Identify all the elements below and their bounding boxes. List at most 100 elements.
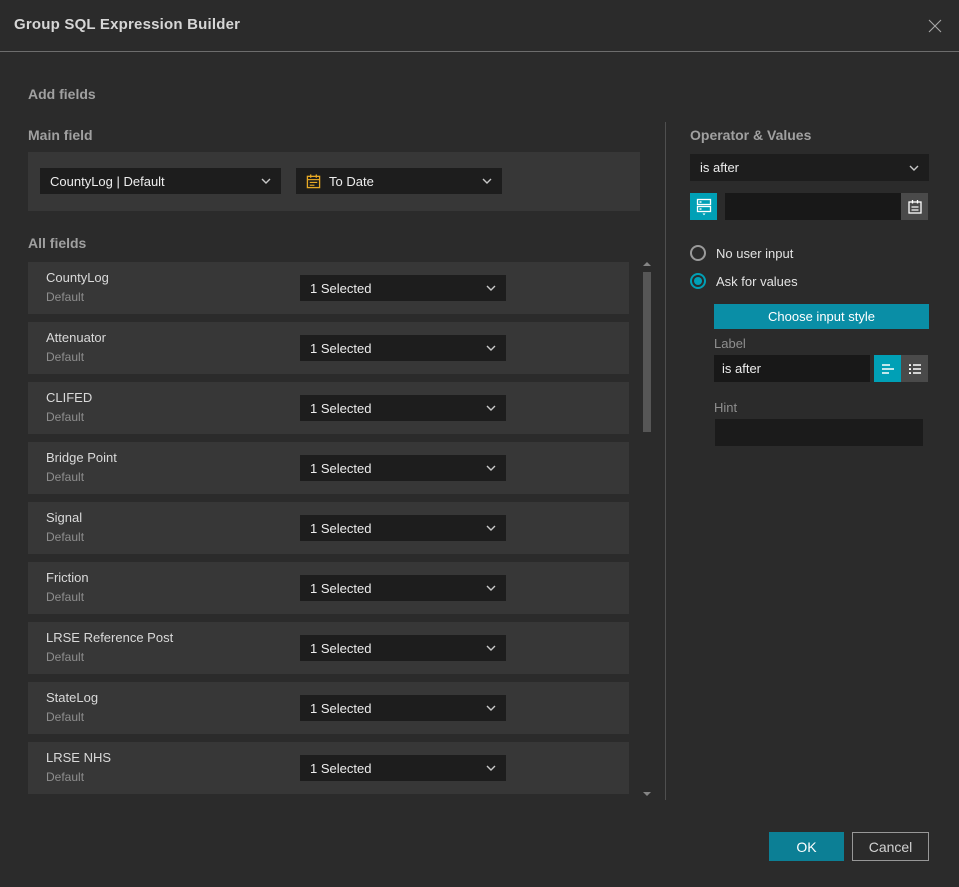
radio-circle-icon: [690, 245, 706, 261]
group-sql-expression-builder-dialog: Group SQL Expression Builder Add fields …: [0, 0, 959, 887]
choose-input-style-button[interactable]: Choose input style: [714, 304, 929, 329]
scrollbar-thumb[interactable]: [643, 272, 651, 432]
scroll-down-arrow[interactable]: [643, 792, 651, 796]
field-name: LRSE Reference Post: [46, 630, 174, 645]
field-selected-value: 1 Selected: [310, 460, 372, 476]
list-scrollbar[interactable]: [639, 258, 653, 804]
field-subtitle: Default: [46, 650, 85, 664]
field-selected-dropdown[interactable]: 1 Selected: [300, 515, 506, 541]
field-row: CountyLog Default 1 Selected: [28, 262, 629, 314]
field-name: Friction: [46, 570, 89, 585]
field-name: CountyLog: [46, 270, 109, 285]
main-field-select-value: CountyLog | Default: [50, 173, 165, 189]
chevron-down-icon: [486, 585, 496, 591]
field-row: Signal Default 1 Selected: [28, 502, 629, 554]
chevron-down-icon: [486, 345, 496, 351]
single-line-style-button[interactable]: [874, 355, 901, 382]
field-subtitle: Default: [46, 410, 85, 424]
field-selected-dropdown[interactable]: 1 Selected: [300, 275, 506, 301]
radio-ask-for-values[interactable]: Ask for values: [690, 273, 798, 289]
chevron-down-icon: [482, 178, 492, 184]
main-field-select[interactable]: CountyLog | Default: [40, 168, 281, 194]
chevron-down-icon: [486, 285, 496, 291]
field-selected-dropdown[interactable]: 1 Selected: [300, 335, 506, 361]
field-subtitle: Default: [46, 590, 85, 604]
field-row: Attenuator Default 1 Selected: [28, 322, 629, 374]
field-subtitle: Default: [46, 290, 85, 304]
main-field-heading: Main field: [28, 127, 93, 143]
date-picker-button[interactable]: [901, 193, 928, 220]
field-selected-dropdown[interactable]: 1 Selected: [300, 395, 506, 421]
field-subtitle: Default: [46, 710, 85, 724]
field-subtitle: Default: [46, 770, 85, 784]
field-row: StateLog Default 1 Selected: [28, 682, 629, 734]
field-subtitle: Default: [46, 470, 85, 484]
chevron-down-icon: [486, 705, 496, 711]
calendar-icon: [306, 173, 321, 188]
operator-values-heading: Operator & Values: [690, 127, 812, 143]
all-fields-heading: All fields: [28, 235, 87, 251]
field-row: Bridge Point Default 1 Selected: [28, 442, 629, 494]
field-subtitle: Default: [46, 350, 85, 364]
radio-no-user-input-label: No user input: [716, 245, 794, 261]
list-style-button[interactable]: [901, 355, 928, 382]
stacked-values-icon: [696, 198, 711, 215]
close-icon: [928, 19, 942, 33]
radio-no-user-input[interactable]: No user input: [690, 245, 793, 261]
field-name: CLIFED: [46, 390, 93, 405]
chevron-down-icon: [909, 165, 919, 171]
field-selected-value: 1 Selected: [310, 700, 372, 716]
field-selected-dropdown[interactable]: 1 Selected: [300, 635, 506, 661]
label-input[interactable]: [714, 355, 870, 382]
field-name: Bridge Point: [46, 450, 117, 465]
field-row: LRSE Reference Post Default 1 Selected: [28, 622, 629, 674]
field-row: CLIFED Default 1 Selected: [28, 382, 629, 434]
field-selected-dropdown[interactable]: 1 Selected: [300, 455, 506, 481]
label-caption: Label: [714, 336, 746, 351]
close-button[interactable]: [924, 15, 946, 37]
date-value-input[interactable]: [725, 193, 901, 220]
chevron-down-icon: [261, 178, 271, 184]
radio-circle-selected-icon: [690, 273, 706, 289]
hint-input[interactable]: [715, 419, 923, 446]
main-field-panel: CountyLog | Default To Date: [28, 152, 640, 211]
field-selected-value: 1 Selected: [310, 340, 372, 356]
field-selected-value: 1 Selected: [310, 640, 372, 656]
dialog-title: Group SQL Expression Builder: [14, 16, 241, 33]
chevron-down-icon: [486, 405, 496, 411]
bulleted-list-icon: [908, 363, 921, 374]
operator-select-value: is after: [700, 160, 740, 175]
chevron-down-icon: [486, 465, 496, 471]
value-source-button[interactable]: [690, 193, 717, 220]
field-selected-value: 1 Selected: [310, 280, 372, 296]
operator-select[interactable]: is after: [690, 154, 929, 181]
field-name: LRSE NHS: [46, 750, 112, 765]
align-left-icon: [881, 363, 894, 374]
dialog-header: Group SQL Expression Builder: [0, 0, 959, 52]
chevron-down-icon: [486, 765, 496, 771]
field-selected-dropdown[interactable]: 1 Selected: [300, 575, 506, 601]
radio-ask-for-values-label: Ask for values: [716, 273, 798, 289]
ok-button[interactable]: OK: [769, 832, 844, 861]
all-fields-list: CountyLog Default 1 Selected Attenuator …: [28, 262, 629, 794]
field-subtitle: Default: [46, 530, 85, 544]
field-row: LRSE NHS Default 1 Selected: [28, 742, 629, 794]
vertical-divider: [665, 122, 666, 800]
field-selected-dropdown[interactable]: 1 Selected: [300, 755, 506, 781]
date-field-select-value: To Date: [329, 173, 374, 189]
scroll-up-arrow[interactable]: [643, 262, 651, 266]
field-row: Friction Default 1 Selected: [28, 562, 629, 614]
field-selected-value: 1 Selected: [310, 760, 372, 776]
date-field-select[interactable]: To Date: [296, 168, 502, 194]
chevron-down-icon: [486, 645, 496, 651]
calendar-icon: [907, 199, 922, 214]
field-selected-value: 1 Selected: [310, 580, 372, 596]
field-selected-dropdown[interactable]: 1 Selected: [300, 695, 506, 721]
field-name: Signal: [46, 510, 83, 525]
hint-caption: Hint: [714, 400, 738, 415]
field-selected-value: 1 Selected: [310, 400, 372, 416]
add-fields-heading: Add fields: [28, 86, 96, 102]
field-name: StateLog: [46, 690, 99, 705]
chevron-down-icon: [486, 525, 496, 531]
cancel-button[interactable]: Cancel: [852, 832, 929, 861]
